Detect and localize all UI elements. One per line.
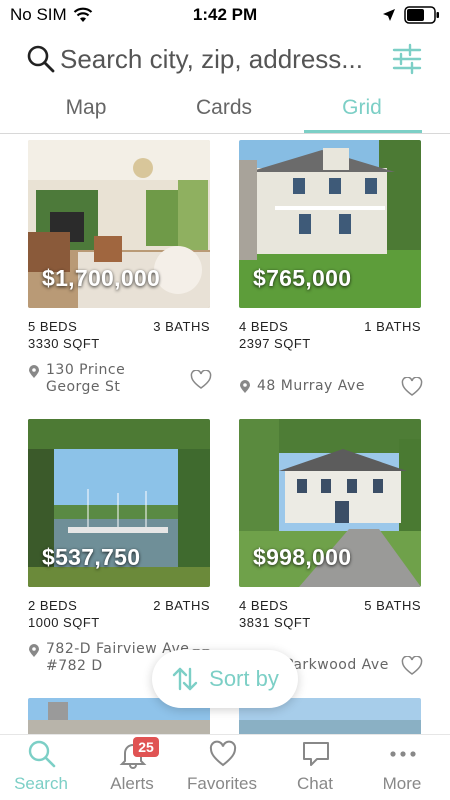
- favorite-heart-icon[interactable]: [190, 370, 212, 390]
- tab-grid[interactable]: Grid: [302, 96, 422, 130]
- baths-count: 5 BATHS: [364, 598, 421, 613]
- alerts-count-badge: 25: [133, 737, 159, 757]
- search-icon: [28, 740, 56, 768]
- location-arrow-icon: [383, 9, 395, 21]
- sort-by-label: Sort by: [209, 666, 279, 691]
- sqft-value: 3330 SQFT: [28, 336, 100, 351]
- tab-map[interactable]: Map: [26, 96, 146, 130]
- tab-label: Alerts: [110, 774, 154, 793]
- tab-label: Chat: [297, 774, 333, 793]
- location-pin-icon: [240, 380, 250, 393]
- favorite-heart-icon[interactable]: [401, 656, 423, 676]
- tab-alerts[interactable]: 25 Alerts: [87, 735, 177, 800]
- listing-photo[interactable]: $998,000: [239, 419, 421, 587]
- sort-by-button[interactable]: Sort by: [152, 650, 298, 708]
- sort-arrows-icon: [172, 667, 198, 691]
- tab-more[interactable]: More: [357, 735, 447, 800]
- status-bar: No SIM 1:42 PM: [0, 0, 450, 32]
- more-dots-icon: [390, 751, 416, 757]
- listing-price: $765,000: [253, 265, 352, 291]
- favorite-heart-icon[interactable]: [401, 377, 423, 397]
- active-tab-indicator: [304, 130, 422, 133]
- baths-count: 1 BATHS: [364, 319, 421, 334]
- filter-sliders-icon[interactable]: [390, 42, 424, 76]
- tab-label: Favorites: [187, 774, 257, 793]
- listing-photo[interactable]: $765,000: [239, 140, 421, 308]
- sqft-value: 3831 SQFT: [239, 615, 311, 630]
- listing-photo[interactable]: $537,750: [28, 419, 210, 587]
- location-pin-icon: [29, 644, 39, 657]
- listing-facts: 4 BEDS 5 BATHS 3831 SQFT: [239, 597, 421, 631]
- listing-facts: 4 BEDS 1 BATHS 2397 SQFT: [239, 318, 421, 352]
- sqft-value: 1000 SQFT: [28, 615, 100, 630]
- listing-facts: 5 BEDS 3 BATHS 3330 SQFT: [28, 318, 210, 352]
- tab-chat[interactable]: Chat: [270, 735, 360, 800]
- search-input[interactable]: [60, 41, 380, 77]
- tab-label: Search: [14, 774, 68, 793]
- heart-icon: [209, 740, 237, 767]
- bottom-tab-bar: Search 25 Alerts Favorites Chat More: [0, 734, 450, 800]
- listing-price: $537,750: [42, 544, 141, 570]
- listing-address: 48 Murray Ave: [257, 378, 365, 394]
- tab-search[interactable]: Search: [0, 735, 86, 800]
- listing-facts: 2 BEDS 2 BATHS 1000 SQFT: [28, 597, 210, 631]
- search-icon: [27, 45, 55, 73]
- listing-address: Parkwood Ave: [285, 657, 389, 673]
- view-tabs: Map Cards Grid: [0, 92, 450, 134]
- listing-grid[interactable]: $1,700,000 5 BEDS 3 BATHS 3330 SQFT 130 …: [0, 136, 450, 734]
- listing-price: $1,700,000: [42, 265, 161, 291]
- status-right: [382, 6, 440, 24]
- listing-address: 130 Prince George St: [46, 362, 126, 395]
- listing-price: $998,000: [253, 544, 352, 570]
- location-pin-icon: [29, 365, 39, 378]
- baths-count: 2 BATHS: [153, 598, 210, 613]
- tab-favorites[interactable]: Favorites: [177, 735, 267, 800]
- baths-count: 3 BATHS: [153, 319, 210, 334]
- listing-photo[interactable]: $1,700,000: [28, 140, 210, 308]
- chat-icon: [303, 742, 329, 766]
- tab-cards[interactable]: Cards: [164, 96, 284, 130]
- sqft-value: 2397 SQFT: [239, 336, 311, 351]
- search-row: [0, 36, 450, 84]
- tab-label: More: [382, 774, 422, 793]
- battery-icon: [404, 6, 439, 24]
